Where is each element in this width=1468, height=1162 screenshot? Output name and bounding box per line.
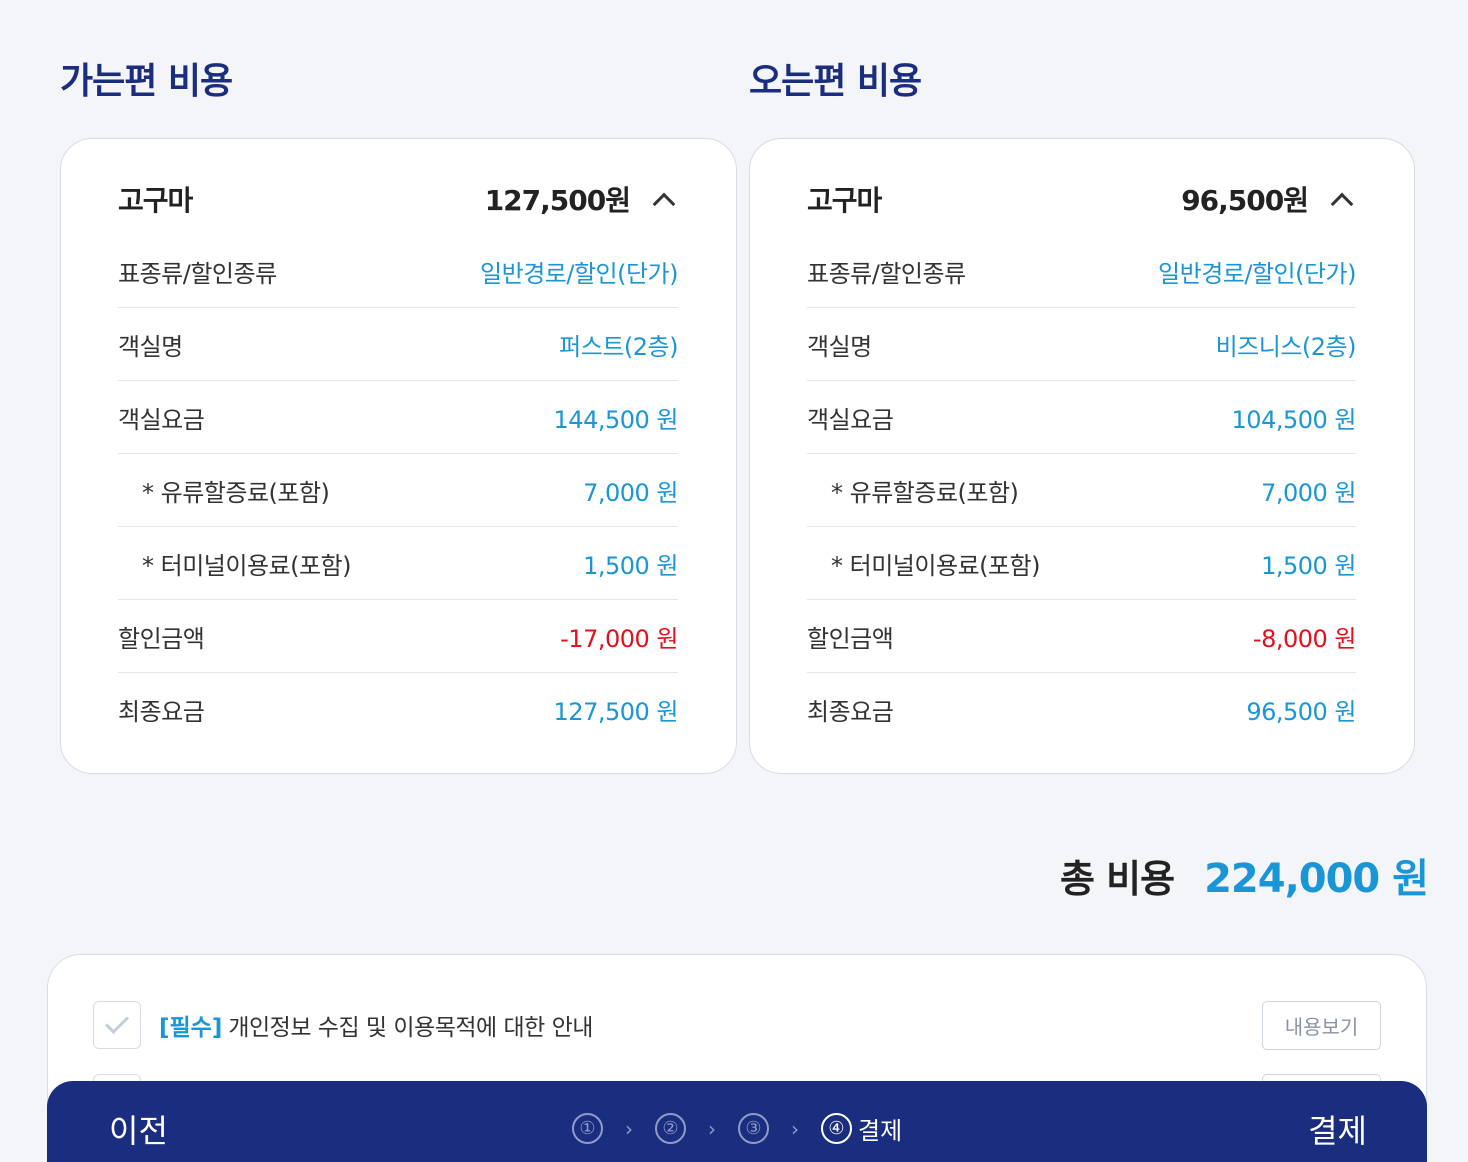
grand-total-value: 224,000 원 (1204, 856, 1429, 902)
outbound-header-right: 127,500원 (485, 179, 678, 219)
outbound-cost-title: 가는편 비용 (60, 61, 233, 102)
fare-row-label: 객실명 (807, 332, 872, 361)
grand-total-label: 총 비용 (1059, 857, 1175, 901)
return-fare-rows: 표종류/할인종류 일반경로/할인(단가) 객실명 비즈니스(2층) 객실요금 1… (807, 235, 1357, 746)
outbound-header-total: 127,500원 (484, 184, 631, 217)
fare-row-value: 7,000 원 (1261, 478, 1356, 507)
prev-button[interactable]: 이전 (109, 1106, 168, 1152)
fare-row-cabin-fare: 객실요금 104,500 원 (807, 381, 1357, 454)
fare-row-terminal-fee: * 터미널이용료(포함) 1,500 원 (118, 527, 678, 600)
return-ship-name: 고구마 (807, 184, 882, 217)
fare-row-terminal-fee: * 터미널이용료(포함) 1,500 원 (807, 527, 1356, 600)
step-separator-icon: › (625, 1116, 633, 1141)
outbound-fare-rows: 표종류/할인종류 일반경로/할인(단가) 객실명 퍼스트(2층) 객실요금 14… (118, 235, 679, 746)
fare-row-cabin-name: 객실명 퍼스트(2층) (118, 308, 678, 381)
step-1: ① (572, 1113, 603, 1144)
fare-row-ticket-type: 표종류/할인종류 일반경로/할인(단가) (807, 235, 1356, 308)
fare-row-value: 96,500 원 (1246, 698, 1356, 726)
fare-row-value: 144,500 원 (553, 405, 679, 434)
agreement-text: 개인정보 수집 및 이용목적에 대한 안내 (228, 1015, 593, 1041)
fare-row-value: 일반경로/할인(단가) (480, 259, 678, 288)
fare-row-label: * 유류할증료(포함) (142, 478, 330, 507)
fare-row-label: 객실명 (118, 332, 183, 361)
return-header-right: 96,500원 (1181, 179, 1356, 219)
outbound-ship-name: 고구마 (118, 184, 193, 217)
agreement-item-privacy: [필수] 개인정보 수집 및 이용목적에 대한 안내 내용보기 (93, 1000, 1381, 1050)
fare-row-value: 104,500 원 (1231, 405, 1357, 434)
fare-row-label: 할인금액 (118, 624, 205, 653)
chevron-up-icon[interactable] (652, 192, 676, 216)
step-4-current: ④ (821, 1113, 852, 1144)
fare-row-final: 최종요금 127,500 원 (118, 673, 679, 746)
agreement-checkbox[interactable] (93, 1001, 141, 1049)
fare-row-label: 객실요금 (118, 405, 205, 434)
fare-row-label: 최종요금 (807, 698, 894, 726)
return-cost-card: 고구마 96,500원 표종류/할인종류 일반경로/할인(단가) 객실명 비즈니… (749, 138, 1415, 774)
fare-row-value: 일반경로/할인(단가) (1158, 259, 1356, 288)
fare-row-label: * 터미널이용료(포함) (831, 551, 1041, 580)
checkmark-icon (104, 1009, 130, 1035)
outbound-card-header[interactable]: 고구마 127,500원 (118, 177, 678, 221)
fare-row-value: 7,000 원 (583, 478, 678, 507)
fare-row-discount: 할인금액 -17,000 원 (118, 600, 678, 673)
fare-row-label: * 유류할증료(포함) (831, 478, 1019, 507)
fare-row-value: 127,500 원 (553, 698, 679, 726)
view-details-button[interactable]: 내용보기 (1262, 1000, 1381, 1050)
bottom-nav-bar: 이전 ① › ② › ③ › ④ 결제 결제 (47, 1081, 1427, 1162)
fare-row-cabin-name: 객실명 비즈니스(2층) (807, 308, 1357, 381)
pay-button[interactable]: 결제 (1308, 1106, 1367, 1152)
outbound-cost-card: 고구마 127,500원 표종류/할인종류 일반경로/할인(단가) 객실명 퍼스… (60, 138, 737, 774)
required-tag: [필수] (159, 1015, 223, 1041)
fare-row-discount: 할인금액 -8,000 원 (807, 600, 1357, 673)
fare-row-value: 1,500 원 (1261, 551, 1356, 580)
step-indicator: ① › ② › ③ › ④ 결제 (572, 1111, 902, 1146)
grand-total: 총 비용 224,000 원 (1059, 846, 1429, 904)
return-cost-title: 오는편 비용 (749, 61, 922, 102)
fare-row-fuel-surcharge: * 유류할증료(포함) 7,000 원 (807, 454, 1356, 527)
step-separator-icon: › (791, 1116, 799, 1141)
chevron-up-icon[interactable] (1330, 192, 1354, 216)
step-2: ② (655, 1113, 686, 1144)
fare-row-label: 표종류/할인종류 (807, 259, 966, 288)
fare-row-label: 표종류/할인종류 (118, 259, 277, 288)
fare-row-label: 객실요금 (807, 405, 894, 434)
fare-row-label: * 터미널이용료(포함) (142, 551, 352, 580)
step-3: ③ (738, 1113, 769, 1144)
fare-row-fuel-surcharge: * 유류할증료(포함) 7,000 원 (118, 454, 678, 527)
fare-row-ticket-type: 표종류/할인종류 일반경로/할인(단가) (118, 235, 678, 308)
fare-row-label: 할인금액 (807, 624, 894, 653)
fare-row-value: 1,500 원 (583, 551, 678, 580)
fare-row-value: 퍼스트(2층) (559, 332, 678, 361)
return-header-total: 96,500원 (1181, 184, 1309, 217)
fare-row-final: 최종요금 96,500 원 (807, 673, 1356, 746)
fare-row-value: -8,000 원 (1252, 624, 1357, 653)
current-step-label: 결제 (858, 1117, 903, 1145)
return-card-header[interactable]: 고구마 96,500원 (807, 177, 1356, 221)
fare-row-value: 비즈니스(2층) (1215, 332, 1357, 361)
fare-row-cabin-fare: 객실요금 144,500 원 (118, 381, 679, 454)
fare-row-label: 최종요금 (118, 698, 205, 726)
fare-row-value: -17,000 원 (560, 624, 678, 653)
step-separator-icon: › (708, 1116, 716, 1141)
